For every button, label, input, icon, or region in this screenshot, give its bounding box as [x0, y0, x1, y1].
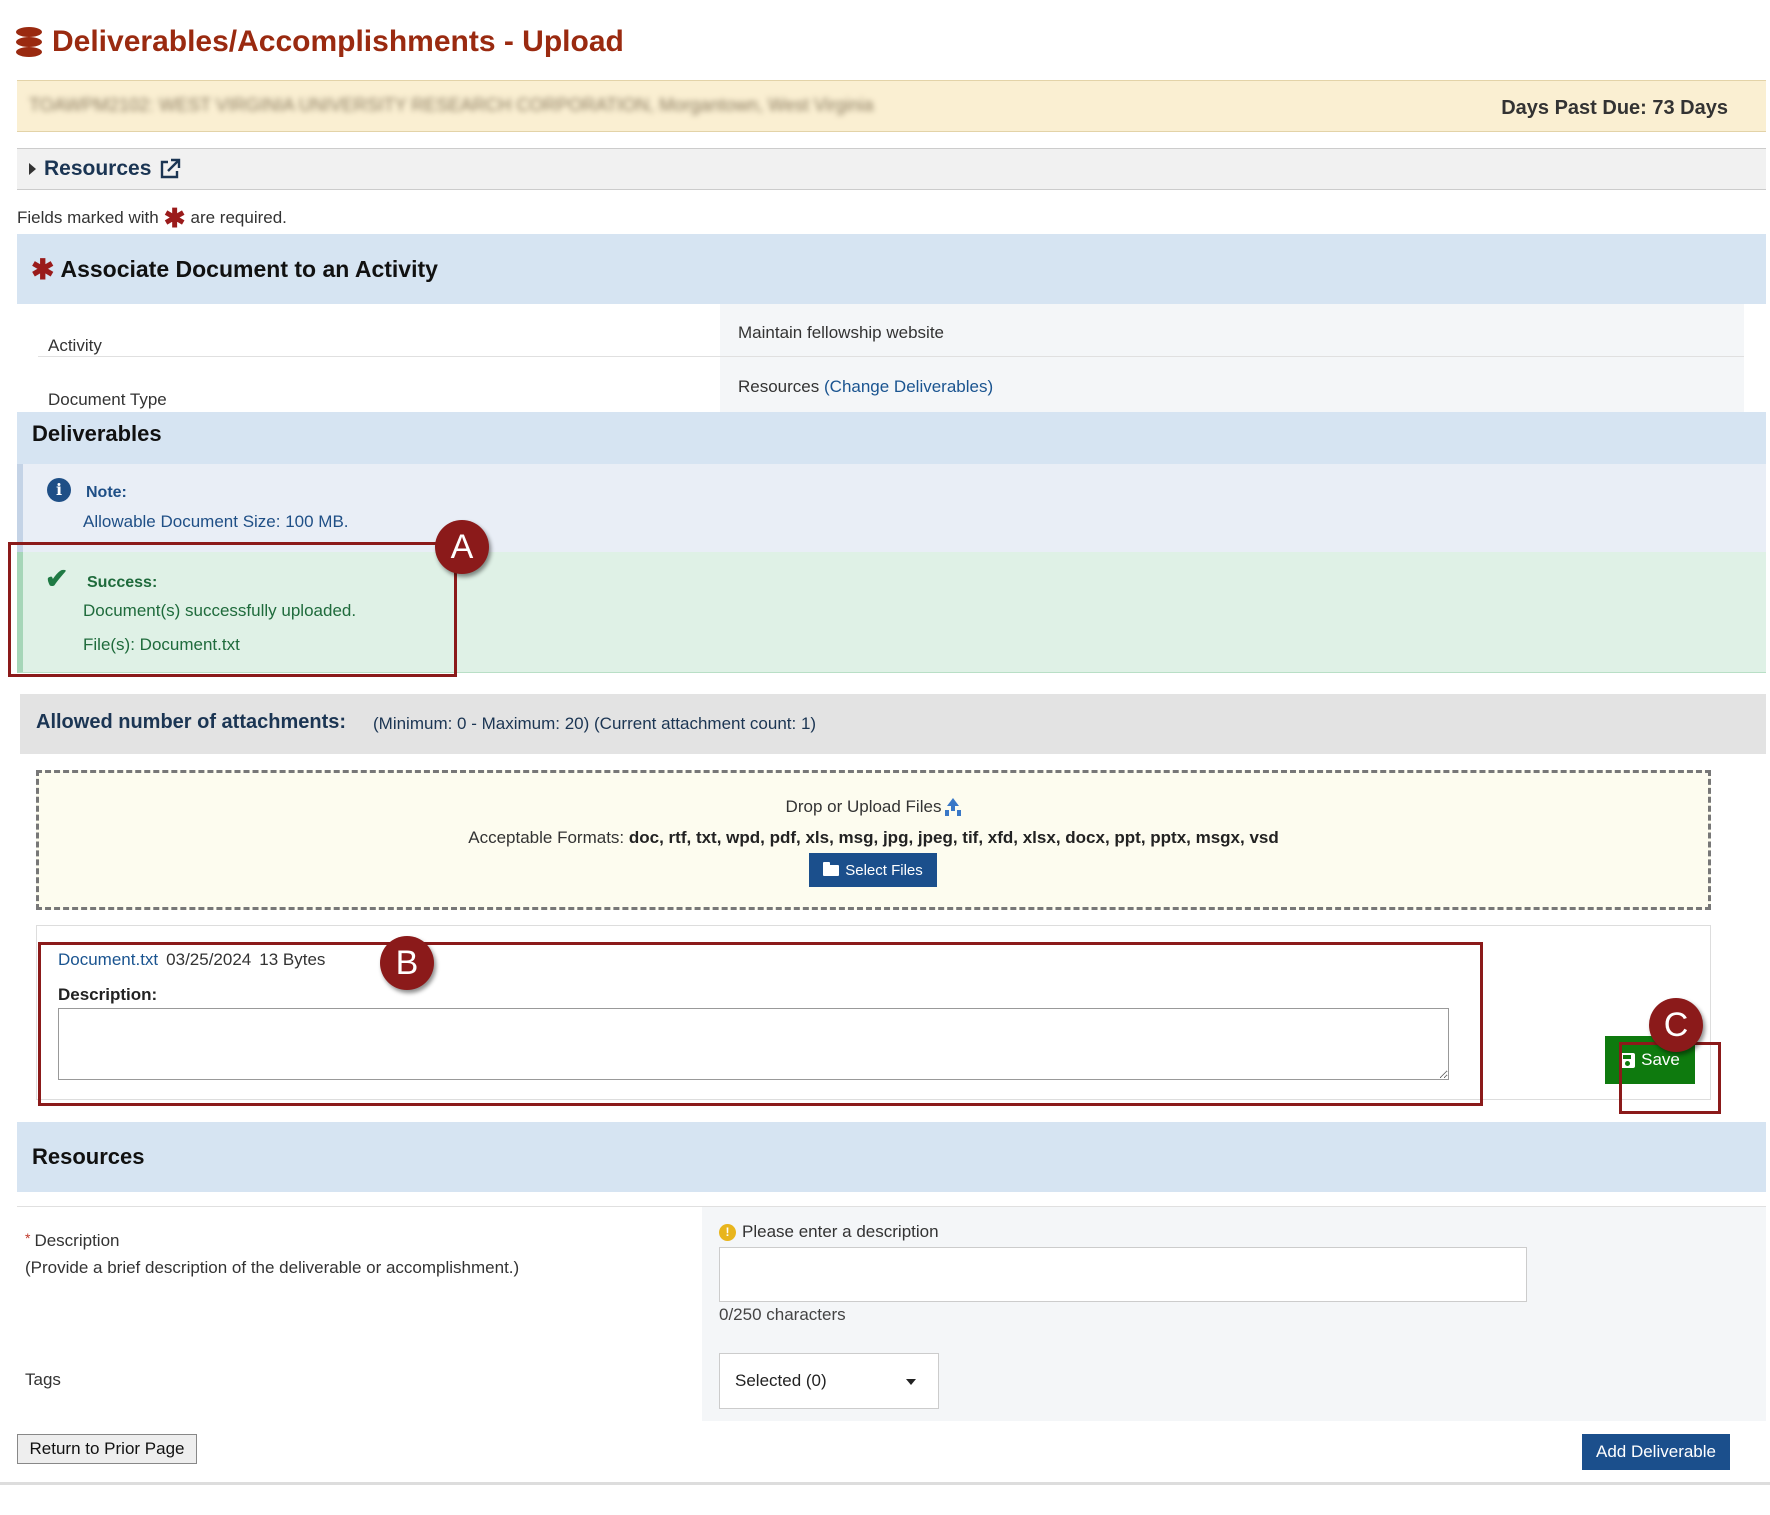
required-fields-note: Fields marked with ✱ are required. — [17, 203, 287, 233]
caret-right-icon — [29, 163, 36, 175]
select-files-button[interactable]: Select Files — [809, 853, 937, 887]
dropzone-formats-row: Acceptable Formats: doc, rtf, txt, wpd, … — [39, 828, 1708, 848]
callout-c-marker: C — [1649, 998, 1703, 1052]
description-input[interactable] — [719, 1247, 1527, 1302]
document-type-label: Document Type — [48, 390, 167, 409]
info-icon: i — [47, 478, 71, 502]
days-past-due: Days Past Due: 73 Days — [1501, 97, 1728, 119]
associate-heading: Associate Document to an Activity — [60, 255, 438, 282]
attachments-details: (Minimum: 0 - Maximum: 20) (Current atta… — [373, 714, 817, 733]
description-warning-text: Please enter a description — [742, 1222, 939, 1241]
note-text: Allowable Document Size: 100 MB. — [83, 512, 349, 531]
description-label: * Description — [25, 1230, 120, 1250]
change-deliverables-link[interactable]: (Change Deliverables) — [824, 377, 993, 396]
callout-b-marker: B — [380, 936, 434, 990]
tags-selected-value: Selected (0) — [735, 1371, 827, 1390]
deliverables-heading: Deliverables — [32, 421, 162, 446]
note-alert: i Note: Allowable Document Size: 100 MB. — [17, 464, 1766, 552]
page-header: Deliverables/Accomplishments - Upload — [16, 18, 624, 66]
formats-label: Acceptable Formats: — [468, 828, 625, 847]
folder-open-icon — [823, 861, 840, 876]
upload-icon — [945, 798, 961, 814]
database-icon — [16, 27, 42, 57]
note-title: Note: — [86, 484, 127, 501]
resources-toggle-label: Resources — [44, 157, 152, 180]
activity-label: Activity — [48, 336, 102, 355]
add-deliverable-button[interactable]: Add Deliverable — [1582, 1434, 1730, 1470]
page-title: Deliverables/Accomplishments - Upload — [52, 25, 624, 58]
deliverables-section-header: Deliverables — [17, 412, 1766, 464]
dropzone-title: Drop or Upload Files — [785, 797, 942, 816]
warning-icon: ! — [719, 1223, 736, 1241]
associate-details-table: Activity Maintain fellowship website Doc… — [38, 304, 1744, 412]
callout-c-box — [1619, 1042, 1721, 1114]
required-marker: * — [25, 1230, 31, 1246]
tags-dropdown[interactable]: Selected (0) — [719, 1353, 939, 1409]
resources-heading: Resources — [32, 1144, 145, 1169]
callout-b-box — [38, 942, 1483, 1106]
return-to-prior-page-button[interactable]: Return to Prior Page — [17, 1434, 197, 1464]
callout-a-box — [8, 542, 457, 677]
required-star-icon: ✱ — [163, 203, 186, 233]
formats-list: doc, rtf, txt, wpd, pdf, xls, msg, jpg, … — [628, 828, 1279, 847]
caret-down-icon — [906, 1379, 916, 1385]
character-count: 0/250 characters — [719, 1305, 846, 1324]
activity-value: Maintain fellowship website — [738, 323, 944, 342]
associate-section-header: ✱ Associate Document to an Activity — [17, 234, 1766, 304]
description-warning: ! Please enter a description — [719, 1222, 939, 1242]
attachments-label: Allowed number of attachments: — [36, 711, 347, 733]
resources-toggle[interactable]: Resources — [17, 148, 1766, 190]
page-bottom-border — [0, 1482, 1770, 1485]
project-banner: TOAWPM2102: WEST VIRGINIA UNIVERSITY RES… — [17, 80, 1766, 132]
required-star-icon: ✱ — [31, 253, 55, 285]
resources-section-header: Resources — [17, 1122, 1766, 1192]
document-type-value-row: Resources (Change Deliverables) — [738, 377, 993, 397]
attachments-bar: Allowed number of attachments: (Minimum:… — [20, 694, 1766, 754]
external-link-icon[interactable] — [159, 158, 181, 180]
document-type-value: Resources — [738, 377, 820, 396]
description-help: (Provide a brief description of the deli… — [25, 1258, 520, 1277]
project-info-redacted: TOAWPM2102: WEST VIRGINIA UNIVERSITY RES… — [29, 95, 874, 115]
tags-label: Tags — [25, 1370, 61, 1389]
select-files-label: Select Files — [845, 861, 923, 879]
callout-a-marker: A — [435, 520, 489, 574]
file-dropzone[interactable]: Drop or Upload Files Acceptable Formats:… — [36, 770, 1711, 910]
dropzone-title-row: Drop or Upload Files — [39, 797, 1708, 817]
